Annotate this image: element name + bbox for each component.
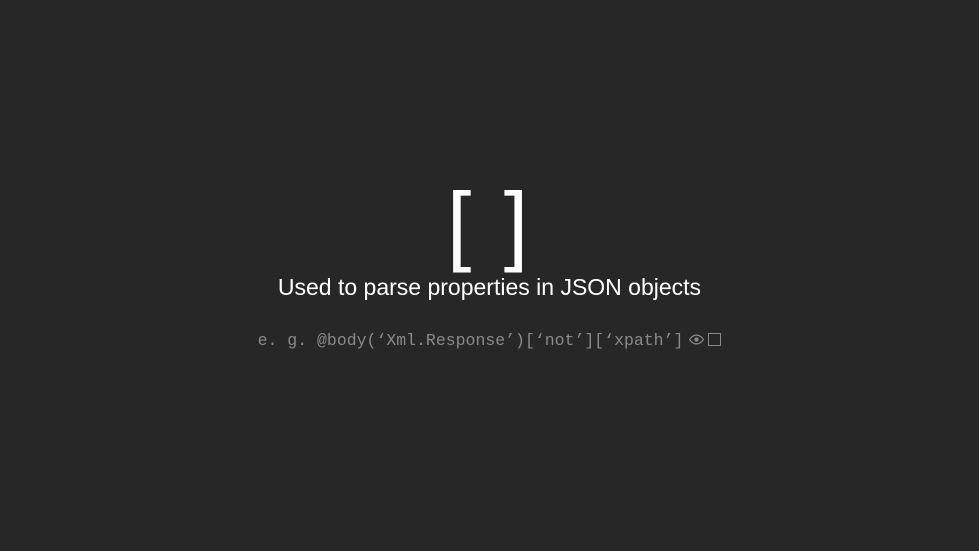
box-icon [708,333,721,346]
brackets-symbol: [ ] [258,180,722,268]
example-code: @body(‘Xml.Response’)[‘not’][‘xpath’] [317,331,683,350]
subtitle-text: Used to parse properties in JSON objects [258,274,722,302]
eye-icon [689,332,704,347]
slide: [ ] Used to parse properties in JSON obj… [0,0,979,551]
example-line: e. g. @body(‘Xml.Response’)[‘not’][‘xpat… [258,331,722,351]
example-prefix: e. g. [258,331,317,350]
slide-content: [ ] Used to parse properties in JSON obj… [258,180,722,351]
